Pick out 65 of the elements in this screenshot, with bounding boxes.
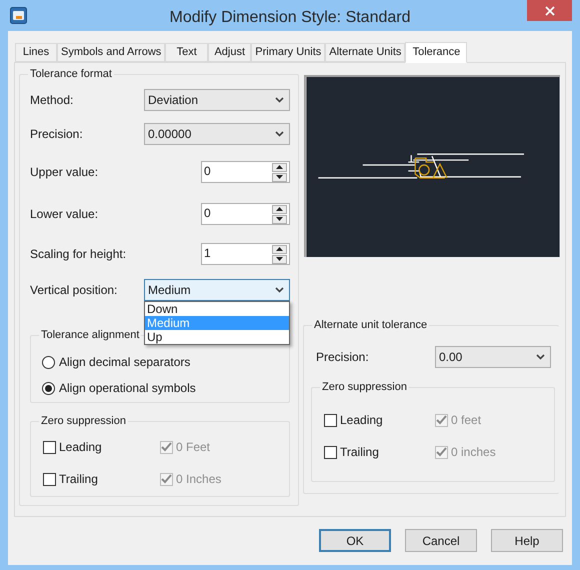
dropdown[interactable]: 0.00000 — [144, 123, 290, 145]
tab[interactable]: Primary Units — [251, 43, 326, 62]
checkbox-label: Leading — [59, 439, 102, 456]
checkbox-label: Trailing — [59, 471, 98, 488]
checkbox[interactable] — [43, 440, 56, 454]
radio-button[interactable] — [42, 382, 55, 394]
app-icon — [10, 7, 27, 24]
checkbox-label: Leading — [340, 412, 383, 429]
checkbox-label: 0 inches — [451, 444, 496, 461]
tab[interactable]: Adjust — [208, 43, 252, 62]
spin-down-button[interactable] — [272, 172, 287, 182]
close-button[interactable] — [527, 0, 572, 21]
arrow-down-icon — [276, 257, 283, 261]
arrow-down-icon — [276, 217, 283, 221]
spin-field[interactable]: 0 — [201, 203, 290, 225]
checkbox[interactable] — [43, 472, 56, 486]
tab[interactable]: Text — [165, 43, 208, 62]
arrow-down-icon — [276, 175, 283, 179]
radio-button[interactable] — [42, 356, 55, 368]
dialog-button[interactable]: Cancel — [405, 529, 477, 552]
checkbox-label: 0 Feet — [176, 439, 210, 456]
checkbox-label: Trailing — [340, 444, 379, 461]
group-title: Zero suppression — [320, 380, 409, 394]
field-label: Vertical position: — [30, 282, 118, 299]
dropdown[interactable]: Medium — [144, 279, 290, 301]
dropdown-option[interactable]: Down — [145, 302, 289, 316]
checkbox[interactable] — [324, 414, 337, 426]
dropdown[interactable]: Deviation — [144, 89, 290, 111]
arrow-up-icon — [276, 165, 283, 169]
dialog-button[interactable]: Help — [491, 529, 563, 552]
checkbox-label: 0 feet — [451, 412, 482, 429]
arrow-up-icon — [276, 207, 283, 211]
checkbox[interactable] — [324, 446, 337, 458]
chevron-down-icon — [275, 287, 284, 293]
field-label: Method: — [30, 92, 74, 109]
group-title: Zero suppression — [39, 414, 128, 428]
spin-up-button[interactable] — [272, 204, 287, 214]
tab[interactable]: Tolerance — [405, 42, 468, 63]
chevron-down-icon — [275, 97, 284, 103]
field-label: Precision: — [316, 349, 369, 366]
chevron-down-icon — [275, 131, 284, 137]
spin-down-button[interactable] — [272, 214, 287, 224]
dropdown[interactable]: 0.00 — [435, 346, 551, 368]
close-icon — [544, 6, 554, 16]
dialog-button[interactable]: OK — [319, 529, 391, 552]
checkbox-label: 0 Inches — [176, 471, 222, 488]
radio-label: Align decimal separators — [59, 354, 190, 371]
dropdown-option[interactable]: Up — [145, 330, 289, 344]
spin-up-button[interactable] — [272, 244, 287, 254]
window-title: Modify Dimension Style: Standard — [170, 8, 410, 28]
tab[interactable]: Lines — [15, 43, 57, 62]
field-label: Lower value: — [30, 206, 98, 223]
spin-field[interactable]: 0 — [201, 161, 290, 183]
spin-down-button[interactable] — [272, 254, 287, 264]
spin-field[interactable]: 1 — [201, 243, 290, 265]
tab[interactable]: Alternate Units — [325, 43, 406, 62]
tab[interactable]: Symbols and Arrows — [57, 43, 166, 62]
radio-label: Align operational symbols — [59, 380, 196, 397]
spin-up-button[interactable] — [272, 162, 287, 172]
chevron-down-icon — [536, 354, 545, 360]
arrow-up-icon — [276, 247, 283, 251]
group-title: Tolerance alignment — [39, 328, 142, 342]
field-label: Precision: — [30, 126, 83, 143]
field-label: Upper value: — [30, 164, 98, 181]
field-label: Scaling for height: — [30, 246, 126, 263]
